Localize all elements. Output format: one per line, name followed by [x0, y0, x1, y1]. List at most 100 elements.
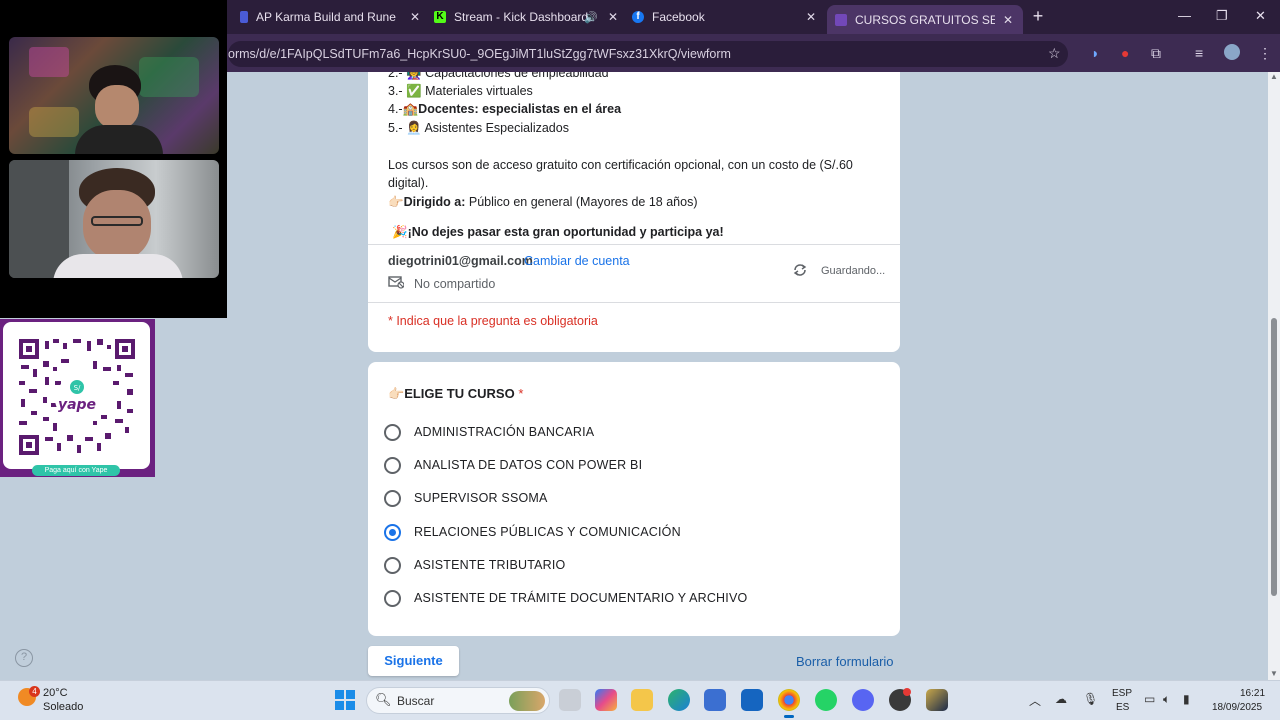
- qr-caption: Paga aquí con Yape: [32, 465, 120, 476]
- required-asterisk: *: [518, 386, 524, 401]
- bookmark-star-icon[interactable]: ☆: [1048, 45, 1061, 62]
- temperature[interactable]: 20°C: [43, 687, 68, 699]
- radio-button[interactable]: [384, 589, 401, 607]
- course-option-label: ADMINISTRACIÓN BANCARIA: [414, 425, 595, 439]
- course-option-label: ANALISTA DE DATOS CON POWER BI: [414, 458, 643, 472]
- focus-halo: [374, 521, 408, 556]
- discord-icon[interactable]: [852, 689, 874, 711]
- reading-list-icon[interactable]: ≡: [1195, 45, 1203, 61]
- kick-icon: K: [434, 11, 446, 23]
- school-emoji-icon: 🏫: [402, 102, 419, 116]
- close-window-icon[interactable]: ✕: [1255, 8, 1266, 24]
- chrome-icon[interactable]: [778, 689, 800, 711]
- next-button[interactable]: Siguiente: [368, 646, 459, 676]
- file-explorer-icon[interactable]: [631, 689, 653, 711]
- scroll-down-arrow-icon[interactable]: ▼: [1270, 669, 1278, 678]
- audio-playing-icon[interactable]: 🔊: [584, 11, 598, 24]
- question-card: 👉🏻ELIGE TU CURSO * ADMINISTRACIÓN BANCAR…: [368, 362, 900, 636]
- course-option-radio[interactable]: ADMINISTRACIÓN BANCARIA: [384, 419, 594, 445]
- pointing-hand-icon: 👉🏻: [388, 195, 404, 209]
- url-field[interactable]: orms/d/e/1FAIpQLSdTUFm7a6_HcpKrSU0-_9OEg…: [228, 41, 1068, 67]
- clock-time[interactable]: 16:21: [1240, 688, 1265, 699]
- microphone-icon[interactable]: 🎙︎: [1083, 692, 1098, 706]
- clear-form-button[interactable]: Borrar formulario: [796, 654, 894, 669]
- tab-ugg[interactable]: AP Karma Build and Runes - U.GG ✕: [236, 6, 426, 28]
- yape-logo: yape: [58, 397, 96, 413]
- qr-code-icon: S/ yape: [17, 337, 137, 457]
- course-option-radio[interactable]: SUPERVISOR SSOMA: [384, 485, 548, 511]
- required-note: * Indica que la pregunta es obligatoria: [388, 314, 598, 328]
- radio-button-selected[interactable]: [374, 521, 408, 556]
- whatsapp-icon[interactable]: [815, 689, 837, 711]
- battery-icon[interactable]: ▮: [1183, 692, 1190, 706]
- network-icon[interactable]: ▭: [1144, 692, 1155, 706]
- close-tab-icon[interactable]: ✕: [410, 10, 420, 24]
- volume-icon[interactable]: 🔈︎: [1163, 692, 1170, 707]
- ugg-icon: [240, 11, 248, 23]
- chrome-running-indicator: [784, 715, 794, 718]
- course-option-label: ASISTENTE TRIBUTARIO: [414, 558, 566, 572]
- windows-start-icon[interactable]: [335, 690, 355, 715]
- change-account-link[interactable]: Cambiar de cuenta: [524, 254, 630, 268]
- intro-line-3: 3.- ✅ Materiales virtuales: [388, 84, 533, 98]
- extensions-puzzle-icon[interactable]: ⧉: [1151, 45, 1161, 62]
- not-shared-label: No compartido: [414, 277, 496, 291]
- taskbar-search[interactable]: 🔍︎ Buscar: [366, 687, 550, 714]
- webcam-overlay: [0, 0, 227, 318]
- profile-avatar[interactable]: [1224, 44, 1240, 60]
- page-scrollbar[interactable]: ▲ ▼: [1268, 72, 1280, 680]
- notification-dot: [903, 688, 911, 696]
- yape-qr-panel: S/ yape Paga aquí con Yape: [0, 319, 155, 477]
- help-icon[interactable]: ?: [15, 649, 33, 667]
- intro-line-5: 5.- 👩‍💼 Asistentes Especializados: [388, 121, 569, 135]
- task-view-icon[interactable]: [559, 689, 581, 711]
- divider: [368, 302, 900, 303]
- edge-icon[interactable]: [668, 689, 690, 711]
- search-highlight-image: [509, 691, 545, 711]
- teacher-emoji-icon: 👩‍🏫: [406, 72, 422, 80]
- clock-date[interactable]: 18/09/2025: [1212, 702, 1262, 713]
- saving-status: Guardando...: [821, 265, 886, 277]
- microsoft-store-icon[interactable]: [704, 689, 726, 711]
- description-line-2: digital).: [388, 176, 429, 190]
- radio-button[interactable]: [384, 556, 401, 574]
- minimize-icon[interactable]: —: [1178, 8, 1191, 23]
- course-option-label: ASISTENTE DE TRÁMITE DOCUMENTARIO Y ARCH…: [414, 591, 748, 605]
- tray-chevron-icon[interactable]: ︿: [1029, 692, 1041, 709]
- scroll-up-arrow-icon[interactable]: ▲: [1270, 72, 1278, 81]
- radio-button[interactable]: [384, 423, 401, 441]
- close-tab-icon[interactable]: ✕: [806, 10, 816, 24]
- course-option-radio[interactable]: ASISTENTE TRIBUTARIO: [384, 552, 565, 578]
- new-tab-button[interactable]: +: [1028, 6, 1048, 26]
- course-option-label: RELACIONES PÚBLICAS Y COMUNICACIÓN: [414, 525, 681, 539]
- extension-red-icon[interactable]: ●: [1121, 45, 1129, 61]
- qr-code-card: S/ yape: [3, 322, 150, 469]
- radio-button[interactable]: [384, 489, 401, 507]
- menu-kebab-icon[interactable]: ⋮: [1258, 45, 1272, 62]
- outlook-icon[interactable]: [741, 689, 763, 711]
- restore-icon[interactable]: ❐: [1216, 8, 1228, 24]
- keyboard-layout[interactable]: ES: [1116, 702, 1129, 713]
- description-line: Los cursos son de acceso gratuito con ce…: [388, 158, 853, 172]
- course-option-radio-selected[interactable]: RELACIONES PÚBLICAS Y COMUNICACIÓN: [374, 519, 681, 556]
- tab-facebook[interactable]: f Facebook ✕: [632, 6, 822, 28]
- course-option-radio[interactable]: ASISTENTE DE TRÁMITE DOCUMENTARIO Y ARCH…: [384, 585, 747, 611]
- radio-button[interactable]: [384, 456, 401, 474]
- question-title: 👉🏻ELIGE TU CURSO *: [388, 386, 524, 401]
- facebook-icon: f: [632, 11, 644, 23]
- league-of-legends-icon[interactable]: [926, 689, 948, 711]
- weather-condition[interactable]: Soleado: [43, 701, 83, 713]
- pointing-hand-icon: 👉🏻: [388, 386, 405, 401]
- copilot-icon[interactable]: [595, 689, 617, 711]
- course-option-label: SUPERVISOR SSOMA: [414, 491, 548, 505]
- tab-google-form-active[interactable]: CURSOS GRATUITOS SETIEMBRE ✕: [827, 5, 1023, 34]
- close-tab-icon[interactable]: ✕: [608, 10, 618, 24]
- scrollbar-thumb[interactable]: [1271, 318, 1277, 596]
- close-tab-icon[interactable]: ✕: [1003, 13, 1013, 27]
- tab-kick[interactable]: K Stream - Kick Dashboard 🔊 ✕: [434, 6, 624, 28]
- input-language[interactable]: ESP: [1112, 688, 1132, 699]
- course-option-radio[interactable]: ANALISTA DE DATOS CON POWER BI: [384, 452, 642, 478]
- onedrive-icon[interactable]: ☁: [1055, 692, 1067, 706]
- extension-audio-icon[interactable]: ◗: [1091, 45, 1099, 61]
- google-forms-icon: [835, 13, 847, 26]
